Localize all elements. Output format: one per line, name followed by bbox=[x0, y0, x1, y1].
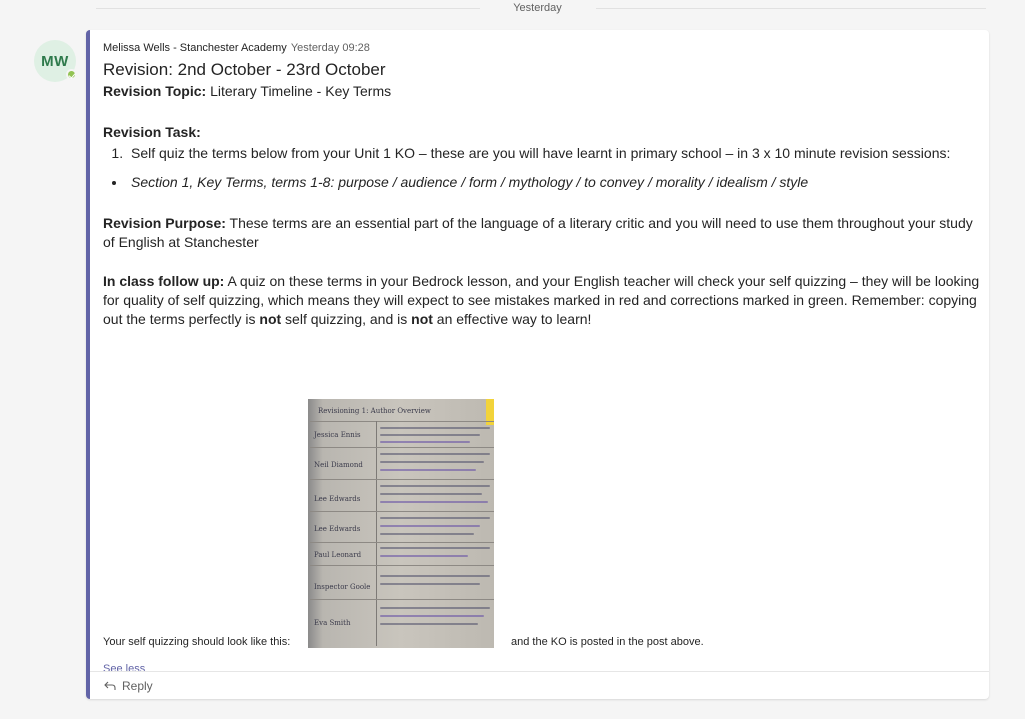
revision-topic: Revision Topic: Literary Timeline - Key … bbox=[103, 82, 983, 101]
notebook-row-label: Jessica Ennis bbox=[314, 431, 361, 439]
class-follow-up-label: In class follow up: bbox=[103, 273, 225, 289]
revision-task-list: Self quiz the terms below from your Unit… bbox=[103, 144, 983, 163]
date-divider-label: Yesterday bbox=[513, 2, 562, 14]
avatar[interactable]: MW bbox=[34, 40, 77, 82]
reply-arrow-icon bbox=[103, 679, 117, 693]
class-follow-up: In class follow up: A quiz on these term… bbox=[103, 273, 980, 327]
notebook-header: Revisioning 1: Author Overview bbox=[318, 407, 431, 415]
self-quizzing-text-before: Your self quizzing should look like this… bbox=[103, 636, 291, 648]
notebook-row-label: Neil Diamond bbox=[314, 461, 363, 469]
revision-task-bullets: Section 1, Key Terms, terms 1-8: purpose… bbox=[103, 173, 983, 192]
revision-task-item: Self quiz the terms below from your Unit… bbox=[127, 144, 983, 163]
revision-task-heading: Revision Task: bbox=[103, 124, 201, 140]
revision-purpose-label: Revision Purpose: bbox=[103, 215, 226, 231]
notebook-row-label: Eva Smith bbox=[314, 619, 351, 627]
reply-bar: Reply bbox=[90, 671, 989, 699]
notebook-row-label: Lee Edwards bbox=[314, 525, 361, 533]
message-timestamp: Yesterday 09:28 bbox=[290, 42, 370, 54]
message-content: Melissa Wells - Stanchester Academy Yeste… bbox=[103, 41, 983, 675]
revision-purpose-text: These terms are an essential part of the… bbox=[103, 215, 973, 250]
presence-available-icon bbox=[66, 69, 77, 80]
self-quizzing-text-after: and the KO is posted in the post above. bbox=[511, 636, 704, 648]
notebook-row-label: Inspector Goole bbox=[314, 583, 371, 591]
revision-purpose: Revision Purpose: These terms are an ess… bbox=[103, 214, 983, 252]
author-name[interactable]: Melissa Wells - Stanchester Academy bbox=[103, 42, 287, 54]
notebook-row-label: Paul Leonard bbox=[314, 551, 362, 559]
date-divider: Yesterday bbox=[0, 0, 1025, 22]
reply-label: Reply bbox=[122, 679, 153, 693]
reply-button[interactable]: Reply bbox=[103, 678, 153, 694]
avatar-initials: MW bbox=[41, 52, 69, 70]
self-quizzing-example: Your self quizzing should look like this… bbox=[103, 399, 983, 649]
self-quizzing-image[interactable]: Revisioning 1: Author Overview Jessica E… bbox=[308, 399, 494, 648]
revision-topic-value: Literary Timeline - Key Terms bbox=[206, 83, 392, 99]
revision-task-bullet: Section 1, Key Terms, terms 1-8: purpose… bbox=[127, 173, 983, 192]
revision-topic-label: Revision Topic: bbox=[103, 83, 207, 99]
message-subject: Revision: 2nd October - 23rd October bbox=[103, 60, 386, 79]
message-meta: Melissa Wells - Stanchester Academy Yeste… bbox=[103, 41, 983, 55]
message-card[interactable]: Melissa Wells - Stanchester Academy Yeste… bbox=[86, 30, 989, 699]
notebook-row-label: Lee Edwards bbox=[314, 495, 361, 503]
